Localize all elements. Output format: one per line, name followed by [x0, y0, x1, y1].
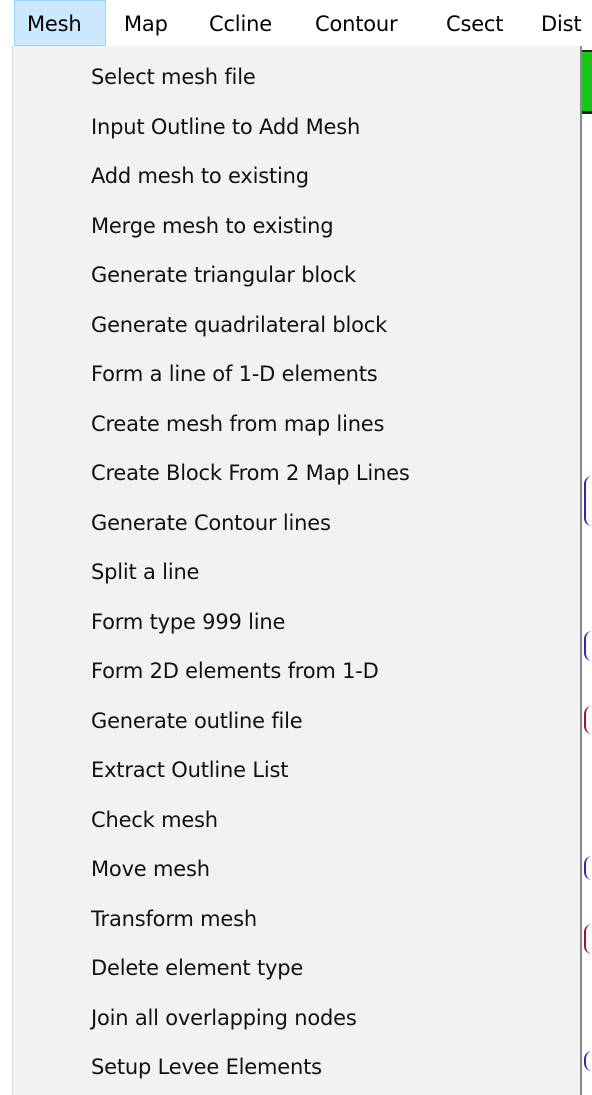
menu-item-add-mesh-to-existing[interactable]: Add mesh to existing: [13, 152, 580, 201]
background-window-edge: [580, 46, 592, 1095]
menu-contour[interactable]: Contour: [315, 0, 398, 46]
menu-item-setup-levee-elements[interactable]: Setup Levee Elements: [13, 1043, 580, 1092]
background-mesh-node: [584, 924, 592, 954]
menu-item-check-mesh[interactable]: Check mesh: [13, 796, 580, 845]
background-mesh-line: [584, 476, 592, 526]
menu-item-form-2d-elements-from-1d[interactable]: Form 2D elements from 1-D: [13, 647, 580, 696]
menu-item-input-outline-to-add-mesh[interactable]: Input Outline to Add Mesh: [13, 103, 580, 152]
menu-item-move-mesh[interactable]: Move mesh: [13, 845, 580, 894]
menu-bar: Mesh Map Ccline Contour Csect Dist: [0, 0, 592, 46]
menu-item-split-a-line[interactable]: Split a line: [13, 548, 580, 597]
menu-item-join-all-overlapping-nodes[interactable]: Join all overlapping nodes: [13, 994, 580, 1043]
menu-mesh[interactable]: Mesh: [14, 0, 106, 46]
menu-item-generate-outline-file[interactable]: Generate outline file: [13, 697, 580, 746]
menu-item-create-block-from-2-map-lines[interactable]: Create Block From 2 Map Lines: [13, 449, 580, 498]
background-mesh-line: [584, 631, 592, 661]
menu-item-select-mesh-file[interactable]: Select mesh file: [13, 53, 580, 102]
menu-item-extract-outline-list[interactable]: Extract Outline List: [13, 746, 580, 795]
menu-item-delete-element-type[interactable]: Delete element type: [13, 944, 580, 993]
menu-item-transform-mesh[interactable]: Transform mesh: [13, 895, 580, 944]
menu-item-generate-quadrilateral-block[interactable]: Generate quadrilateral block: [13, 301, 580, 350]
menu-item-merge-mesh-to-existing[interactable]: Merge mesh to existing: [13, 202, 580, 251]
menu-item-form-line-of-1d-elements[interactable]: Form a line of 1-D elements: [13, 350, 580, 399]
background-mesh-node: [584, 706, 592, 734]
menu-item-create-mesh-from-map-lines[interactable]: Create mesh from map lines: [13, 400, 580, 449]
menu-dist[interactable]: Dist: [541, 0, 582, 46]
menu-ccline[interactable]: Ccline: [209, 0, 272, 46]
menu-item-generate-triangular-block[interactable]: Generate triangular block: [13, 251, 580, 300]
background-mesh-line: [584, 856, 592, 880]
menu-item-generate-contour-lines[interactable]: Generate Contour lines: [13, 499, 580, 548]
background-toolbar-strip: [582, 50, 592, 114]
mesh-dropdown-menu: Select mesh file Input Outline to Add Me…: [12, 46, 580, 1095]
menu-csect[interactable]: Csect: [446, 0, 504, 46]
menu-map[interactable]: Map: [124, 0, 168, 46]
background-mesh-line: [584, 1051, 592, 1071]
menu-item-form-type-999-line[interactable]: Form type 999 line: [13, 598, 580, 647]
